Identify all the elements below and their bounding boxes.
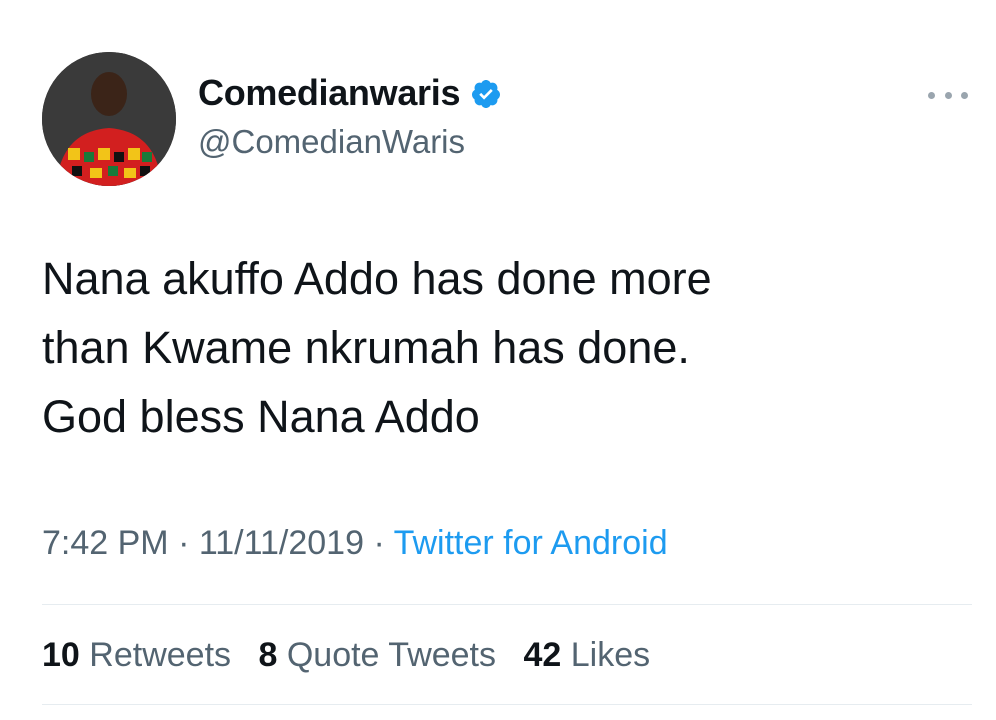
divider <box>42 604 972 605</box>
dot <box>944 91 952 99</box>
tweet-date[interactable]: 11/11/2019 <box>199 524 364 562</box>
tweet-text: Nana akuffo Addo has done more than Kwam… <box>42 244 942 451</box>
author-display-name[interactable]: Comedianwaris <box>198 72 502 114</box>
quote-tweets-label: Quote Tweets <box>286 636 497 674</box>
tweet-metadata: 7:42 PM · 11/11/2019 · Twitter for Andro… <box>42 524 668 563</box>
dot <box>928 91 935 99</box>
avatar-image <box>42 52 176 186</box>
display-name-text[interactable]: Comedianwaris <box>198 72 460 114</box>
quote-tweets-stat[interactable]: 8 Quote Tweets <box>258 636 496 675</box>
divider <box>42 704 972 705</box>
verified-badge-icon <box>470 77 502 109</box>
more-options-icon[interactable] <box>928 88 968 102</box>
retweets-count: 10 <box>42 636 80 674</box>
tweet-stats: 10 Retweets 8 Quote Tweets 42 Likes <box>42 636 668 675</box>
retweets-stat[interactable]: 10 Retweets <box>42 636 231 675</box>
separator: · <box>178 524 190 562</box>
tweet-source-link[interactable]: Twitter for Android <box>394 524 668 562</box>
tweet-text-line: Nana akuffo Addo has done more <box>42 253 712 304</box>
dot <box>961 91 968 99</box>
avatar[interactable] <box>42 52 176 186</box>
tweet-text-line: God bless Nana Addo <box>42 391 480 442</box>
author-handle[interactable]: @ComedianWaris <box>198 123 465 161</box>
separator: · <box>373 524 385 562</box>
tweet-time[interactable]: 7:42 PM <box>42 524 169 562</box>
tweet-text-line: than Kwame nkrumah has done. <box>42 322 690 373</box>
quote-tweets-count: 8 <box>258 636 278 674</box>
retweets-label: Retweets <box>89 636 232 674</box>
likes-count: 42 <box>523 636 562 674</box>
likes-stat[interactable]: 42 Likes <box>523 636 650 675</box>
likes-label: Likes <box>570 636 651 674</box>
